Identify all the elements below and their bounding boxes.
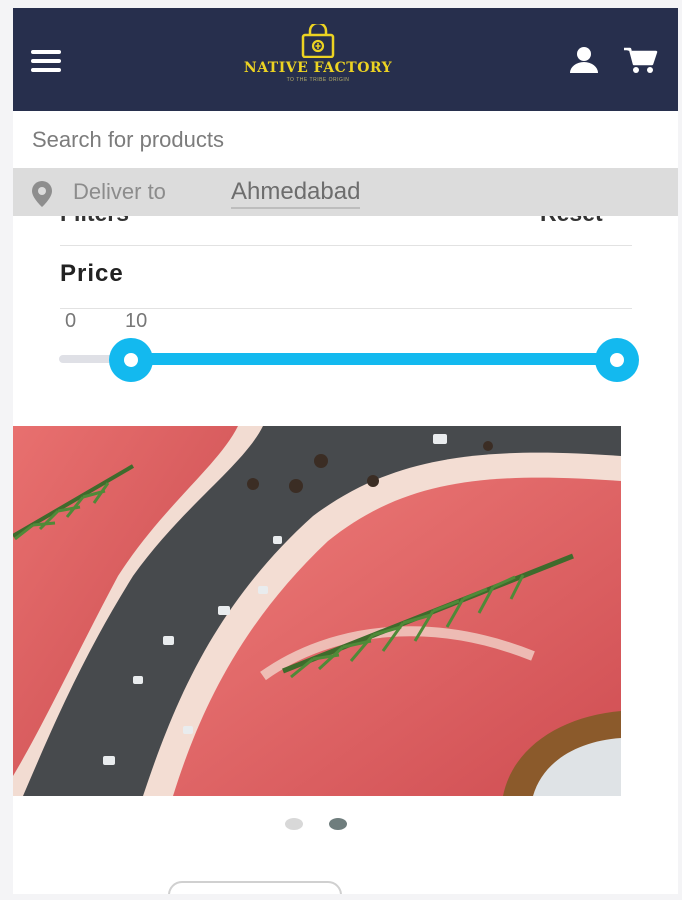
cart-icon[interactable] [623,46,659,74]
bottom-action-button[interactable] [168,881,342,894]
search-bar [13,111,678,169]
carousel-dot-1[interactable] [285,818,303,830]
divider [60,308,632,309]
shopping-bag-icon [301,24,335,58]
carousel-dot-2[interactable] [329,818,347,830]
brand-logo[interactable]: NATIVE FACTORY TO THE TRIBE ORIGIN [213,24,423,96]
steak-photo [13,426,621,796]
slider-min-handle[interactable] [109,338,153,382]
top-header: NATIVE FACTORY TO THE TRIBE ORIGIN [13,8,678,111]
app-frame: NATIVE FACTORY TO THE TRIBE ORIGIN Deliv… [13,8,678,894]
price-filter-title: Price [60,260,124,287]
brand-tagline: TO THE TRIBE ORIGIN [286,77,350,83]
promo-banner-image[interactable] [13,426,621,796]
deliver-label: Deliver to [73,179,166,204]
map-pin-icon [32,181,52,207]
search-input[interactable] [13,111,672,168]
price-range-slider[interactable] [59,338,639,384]
slider-selected-range [139,353,601,365]
slider-max-handle[interactable] [595,338,639,382]
price-min-label: 0 [65,310,77,332]
price-max-label: 10 [125,310,148,332]
user-icon[interactable] [569,46,599,74]
deliver-to-bar[interactable]: Deliver to Ahmedabad [13,168,678,216]
divider [60,245,632,246]
brand-name: NATIVE FACTORY [243,60,393,76]
menu-icon[interactable] [31,50,61,72]
delivery-city[interactable]: Ahmedabad [231,178,361,209]
